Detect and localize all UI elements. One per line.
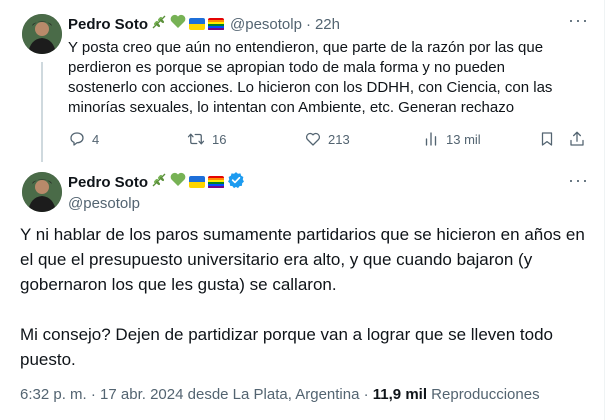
reply-button[interactable]: 4 [68,130,99,148]
tweet-timestamp[interactable]: 22h [315,16,340,33]
retweet-count: 16 [212,131,227,147]
more-options-button[interactable]: ··· [568,170,589,191]
meta-dot: · [363,386,369,403]
meta-dot: · [90,386,96,403]
thread-line [41,62,43,162]
avatar[interactable] [22,172,62,212]
rainbow-flag-icon [208,175,225,189]
views-count: 11,9 mil [372,386,427,403]
reply-count: 4 [92,131,100,147]
tweet1-header: Pedro Soto @pesotolp · 22h [68,14,340,34]
header-separator: · [305,15,311,33]
tweet-time[interactable]: 6:32 p. m. [20,386,87,403]
views-count: 13 mil [446,131,481,147]
ukraine-flag-icon [189,18,206,30]
reply-icon [70,132,84,146]
like-button[interactable]: 213 [304,130,350,148]
retweet-icon [187,133,205,145]
tweet1-action-bar: 4 16 213 13 mil [68,130,588,150]
tweet2-paragraph: Mi consejo? Dejen de partidizar porque v… [20,325,553,369]
tweet-location: desde La Plata, Argentina [187,386,360,403]
green-heart-icon [170,14,186,34]
views-label: Reproducciones [431,386,540,403]
retweet-button[interactable]: 16 [186,130,226,148]
tweet2-text: Y ni hablar de los paros sumamente parti… [20,222,590,372]
author-handle[interactable]: @pesotolp [68,194,140,212]
share-icon [570,131,584,146]
ukraine-flag-icon [189,176,206,188]
share-button[interactable] [568,130,592,148]
green-heart-icon [170,172,186,192]
like-count: 213 [328,131,350,147]
verified-badge-icon[interactable] [227,171,245,194]
tweet1-text: Y posta creo que aún no entendieron, que… [68,39,553,116]
bookmark-button[interactable] [538,130,562,148]
avatar[interactable] [22,14,62,54]
like-icon [305,132,321,146]
tweet2-header: Pedro Soto [68,171,245,194]
herb-emoji-icon [151,172,167,193]
tweet2-paragraph: Y ni hablar de los paros sumamente parti… [20,225,585,294]
author-name[interactable]: Pedro Soto [68,174,148,191]
tweet-metadata: 6:32 p. m. · 17 abr. 2024 desde La Plata… [20,386,540,403]
rainbow-flag-icon [208,17,225,31]
herb-emoji-icon [151,14,167,35]
views-icon [425,132,437,146]
views-button[interactable]: 13 mil [422,130,481,148]
author-handle[interactable]: @pesotolp [230,16,302,33]
tweet-date[interactable]: 17 abr. 2024 [100,386,183,403]
author-name[interactable]: Pedro Soto [68,16,148,33]
more-options-button[interactable]: ··· [568,10,589,31]
bookmark-icon [541,132,553,146]
